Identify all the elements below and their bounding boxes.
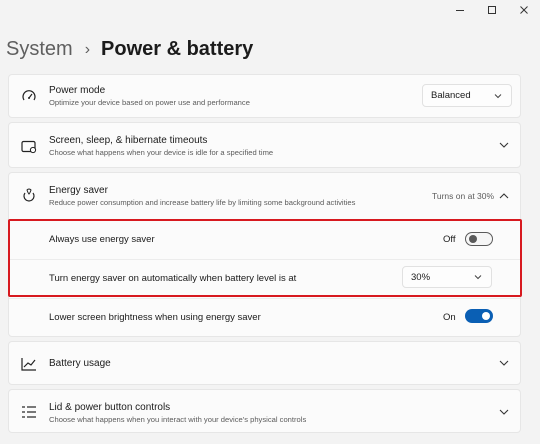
minimize-button[interactable] (444, 0, 476, 20)
chevron-down-icon[interactable] (498, 357, 510, 369)
divider (9, 298, 520, 299)
lid-power-texts: Lid & power button controls Choose what … (49, 402, 306, 425)
battery-usage-card[interactable]: Battery usage (8, 341, 521, 385)
power-mode-texts: Power mode Optimize your device based on… (49, 85, 250, 108)
chevron-down-icon[interactable] (498, 139, 510, 151)
lower-brightness-label: Lower screen brightness when using energ… (49, 312, 261, 323)
lid-power-description: Choose what happens when you interact wi… (49, 415, 307, 424)
chevron-down-icon[interactable] (498, 406, 510, 418)
maximize-button[interactable] (476, 0, 508, 20)
page-title: Power & battery (101, 38, 254, 60)
screen-sleep-icon (21, 139, 37, 155)
close-button[interactable] (508, 0, 540, 20)
breadcrumb-separator: › (84, 40, 91, 58)
lower-brightness-toggle[interactable] (465, 309, 493, 323)
always-use-state-label: Off (443, 234, 456, 245)
energy-saver-icon (21, 187, 37, 203)
energy-saver-status: Turns on at 30% (432, 191, 495, 201)
power-mode-dropdown[interactable]: Balanced (422, 84, 512, 107)
energy-saver-texts: Energy saver Reduce power consumption an… (49, 185, 355, 208)
auto-energy-saver-label: Turn energy saver on automatically when … (49, 273, 297, 284)
power-mode-title: Power mode (49, 85, 106, 96)
energy-saver-description: Reduce power consumption and increase ba… (49, 198, 356, 207)
window-controls (420, 0, 540, 20)
always-use-energy-saver-label: Always use energy saver (49, 234, 155, 245)
battery-level-dropdown[interactable]: 30% (402, 266, 492, 288)
battery-usage-texts: Battery usage (49, 358, 111, 370)
toggle-knob (469, 235, 477, 243)
battery-level-value: 30% (411, 271, 431, 283)
close-icon (520, 6, 528, 14)
power-mode-description: Optimize your device based on power use … (49, 98, 250, 107)
always-use-energy-saver-toggle[interactable] (465, 232, 493, 246)
power-mode-icon (21, 89, 37, 105)
maximize-icon (488, 6, 496, 14)
screen-sleep-title: Screen, sleep, & hibernate timeouts (49, 135, 208, 146)
lower-brightness-state-label: On (443, 312, 456, 323)
lid-power-title: Lid & power button controls (49, 402, 171, 413)
energy-saver-card: Energy saver Reduce power consumption an… (8, 172, 521, 337)
battery-usage-title: Battery usage (49, 358, 111, 369)
chevron-down-icon (474, 275, 482, 280)
energy-saver-title: Energy saver (49, 185, 108, 196)
power-mode-card: Power mode Optimize your device based on… (8, 74, 521, 118)
battery-usage-icon (21, 356, 37, 372)
divider (9, 259, 520, 260)
divider (9, 219, 520, 220)
lid-power-icon (21, 404, 37, 420)
power-mode-value: Balanced (431, 90, 471, 101)
minimize-icon (456, 10, 464, 11)
screen-sleep-description: Choose what happens when your device is … (49, 148, 274, 157)
screen-sleep-card[interactable]: Screen, sleep, & hibernate timeouts Choo… (8, 122, 521, 168)
breadcrumb-system[interactable]: System (6, 38, 73, 61)
screen-sleep-texts: Screen, sleep, & hibernate timeouts Choo… (49, 135, 273, 158)
chevron-up-icon[interactable] (498, 190, 510, 202)
lid-power-card[interactable]: Lid & power button controls Choose what … (8, 389, 521, 433)
breadcrumb: System › Power & battery (6, 38, 253, 61)
chevron-down-icon (494, 93, 502, 98)
toggle-knob (482, 312, 490, 320)
